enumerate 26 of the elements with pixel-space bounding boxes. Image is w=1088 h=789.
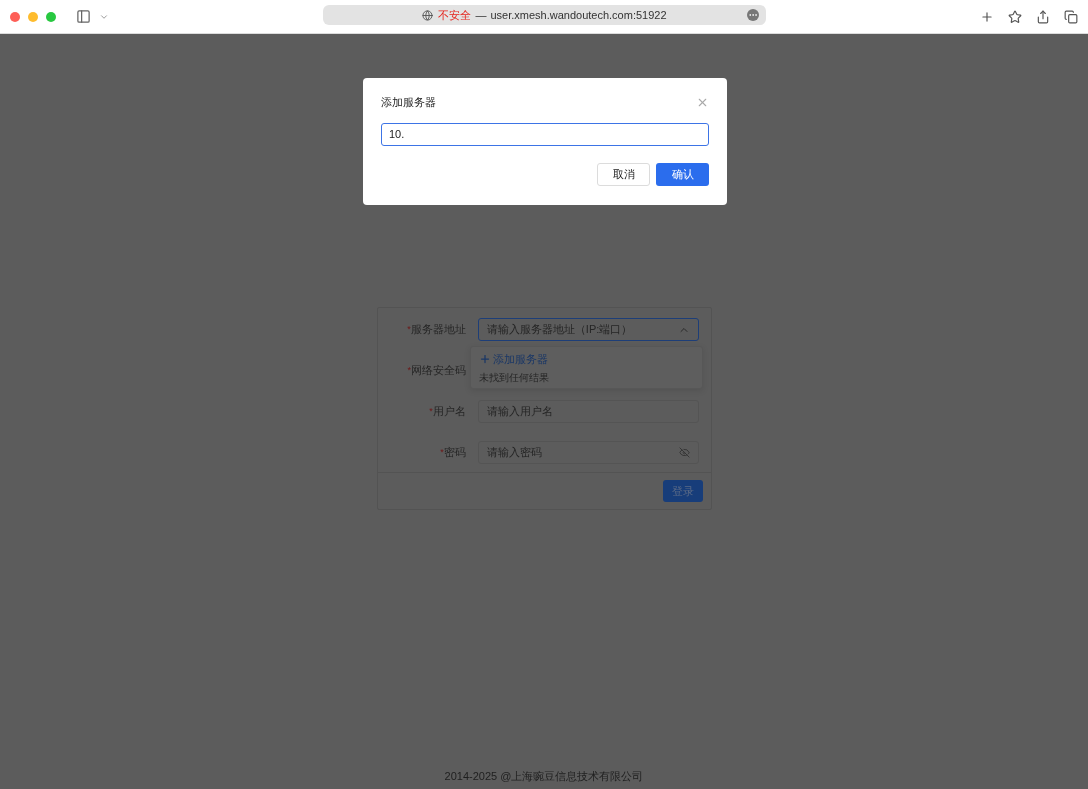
url-separator: — [475, 7, 487, 23]
minimize-window-button[interactable] [28, 11, 38, 22]
security-warning: 不安全 [438, 7, 472, 23]
address-bar[interactable]: 不安全 — user.xmesh.wandoutech.com:51922 [323, 5, 766, 25]
modal-title: 添加服务器 [381, 95, 436, 110]
url-text: user.xmesh.wandoutech.com:51922 [490, 7, 667, 23]
required-mark: * [429, 404, 433, 416]
confirm-button[interactable]: 确认 [656, 162, 709, 186]
more-icon[interactable] [747, 9, 759, 21]
sidebar-icon[interactable] [76, 9, 91, 24]
cancel-button[interactable]: 取消 [597, 162, 650, 186]
plus-icon [478, 353, 491, 366]
required-mark: * [407, 363, 412, 375]
eye-off-icon[interactable] [678, 447, 690, 458]
zoom-window-button[interactable] [46, 11, 56, 22]
login-button[interactable]: 登录 [662, 480, 703, 502]
close-window-button[interactable] [10, 11, 20, 22]
add-server-option[interactable]: 添加服务器 [478, 351, 694, 368]
required-mark: * [440, 445, 444, 457]
bookmark-icon[interactable] [1008, 9, 1022, 24]
new-tab-icon[interactable] [980, 9, 994, 24]
server-address-input[interactable]: 10. [381, 122, 709, 146]
share-icon[interactable] [1036, 9, 1050, 24]
tabs-icon[interactable] [1064, 9, 1078, 24]
required-mark: * [407, 322, 411, 334]
globe-icon [422, 9, 434, 21]
